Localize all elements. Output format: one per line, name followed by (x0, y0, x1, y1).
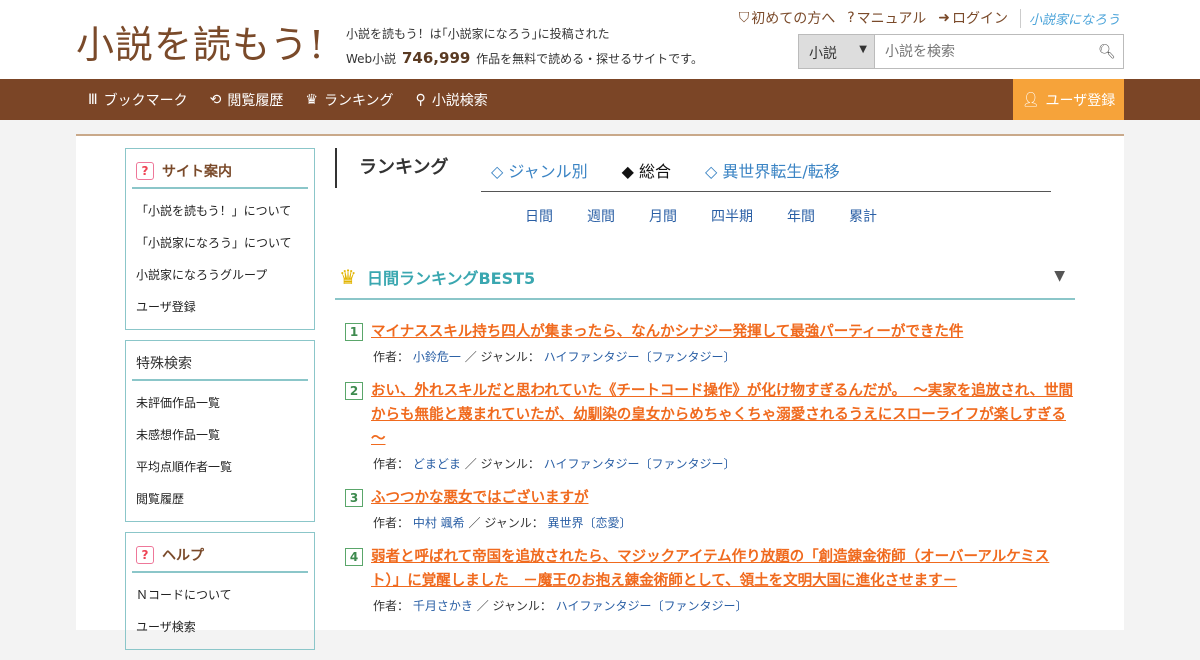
genre-link[interactable]: ハイファンタジー〔ファンタジー〕 (544, 350, 736, 364)
shield-icon: ⛉ (738, 10, 750, 26)
author-link[interactable]: どまどま (413, 457, 461, 471)
site-logo[interactable]: 小説を読もう! (76, 14, 325, 69)
site-guide-box: ? サイト案内 「小説を読もう！」について 「小説家になろう」について 小説家にな… (125, 148, 315, 330)
period-monthly[interactable]: 月間 (649, 206, 677, 226)
nav-search[interactable]: ⚲ 小説検索 (416, 79, 488, 120)
tagline-suffix: 作品を無料で読める・探せるサイトです。 (476, 52, 703, 66)
site-guide-title: ? サイト案内 (132, 157, 308, 189)
user-icon: 👤︎ (1021, 91, 1040, 108)
tagline-line2: Web小説 746,999 作品を無料で読める・探せるサイトです。 (346, 46, 703, 71)
narou-logo[interactable]: 小説家になろう (1019, 8, 1120, 28)
period-total[interactable]: 累計 (849, 206, 877, 226)
novel-title-link[interactable]: おい、外れスキルだと思われていた《チートコード操作》が化け物すぎるんだが。 ～実… (371, 379, 1075, 451)
period-yearly[interactable]: 年間 (787, 206, 815, 226)
history-icon: ⟲ (209, 91, 222, 108)
sidebar-link[interactable]: 未評価作品一覧 (136, 387, 304, 419)
sidebar-link[interactable]: Ｎコードについて (136, 579, 304, 611)
special-search-box: 特殊検索 未評価作品一覧 未感想作品一覧 平均点順作者一覧 閲覧履歴 (125, 340, 315, 522)
sidebar-link[interactable]: 閲覧履歴 (136, 483, 304, 515)
best5-header[interactable]: ♛ 日間ランキングBEST5 ▼ (335, 256, 1075, 300)
ranking-title: ランキング (335, 148, 448, 188)
work-count: 746,999 (402, 49, 471, 67)
search-input[interactable] (875, 35, 1091, 68)
author-link[interactable]: 中村 颯希 (413, 516, 465, 530)
nav-history[interactable]: ⟲ 閲覧履歴 (210, 79, 284, 120)
tab-genre[interactable]: ◇ ジャンル別 (491, 158, 588, 182)
rank-badge: 4 (345, 548, 363, 566)
top-links: ⛉ 初めての方へ ? マニュアル ➜ ログイン 小説家になろう (739, 8, 1120, 28)
ranking-tabs: ◇ ジャンル別 ◆ 総合 ◇ 異世界転生/転移 (481, 148, 1051, 192)
special-search-title: 特殊検索 (132, 349, 308, 381)
period-weekly[interactable]: 週間 (587, 206, 615, 226)
rank-badge: 2 (345, 382, 363, 400)
manual-link[interactable]: ? マニュアル (847, 8, 926, 28)
author-link[interactable]: 小鈴危一 (413, 350, 461, 364)
crown-icon: ♛ (305, 91, 318, 108)
tab-isekai[interactable]: ◇ 異世界転生/転移 (705, 158, 840, 182)
sidebar-link[interactable]: 小説家になろうグループ (136, 259, 304, 291)
period-daily[interactable]: 日間 (525, 206, 553, 226)
novel-title-link[interactable]: ふつつかな悪女ではございますが (371, 486, 589, 510)
search-type-select[interactable]: 小説 ▼ (799, 35, 875, 68)
tab-overall[interactable]: ◆ 総合 (622, 158, 671, 182)
novel-meta: 作者： どまどま ／ ジャンル： ハイファンタジー〔ファンタジー〕 (373, 457, 736, 471)
content-area: ? サイト案内 「小説を読もう！」について 「小説家になろう」について 小説家にな… (76, 134, 1124, 650)
site-header: 小説を読もう! 小説を読もう！は｢小説家になろう｣に投稿された Web小説 74… (0, 0, 1200, 79)
genre-link[interactable]: 異世界〔恋愛〕 (548, 516, 632, 530)
novel-title-link[interactable]: 弱者と呼ばれて帝国を追放されたら、マジックアイテム作り放題の「創造錬金術師（オー… (371, 545, 1075, 593)
site-tagline: 小説を読もう！は｢小説家になろう｣に投稿された Web小説 746,999 作品… (346, 22, 703, 71)
chevron-down-icon[interactable]: ▼ (1054, 268, 1065, 284)
novel-title-link[interactable]: マイナススキル持ち四人が集まったら、なんかシナジー発揮して最強パーティーができた… (371, 320, 963, 344)
bookmark-icon: Ⅲ (88, 91, 98, 108)
help-icon: ? (136, 162, 154, 180)
author-link[interactable]: 千月さかき (413, 599, 473, 613)
help-title: ? ヘルプ (132, 541, 308, 573)
novel-meta: 作者： 小鈴危一 ／ ジャンル： ハイファンタジー〔ファンタジー〕 (373, 350, 736, 364)
rank-badge: 3 (345, 489, 363, 507)
first-time-link[interactable]: ⛉ 初めての方へ (739, 8, 836, 28)
help-box: ? ヘルプ Ｎコードについて ユーザ検索 (125, 532, 315, 650)
period-quarterly[interactable]: 四半期 (711, 206, 753, 226)
register-button[interactable]: 👤︎ ユーザ登録 (1013, 79, 1124, 120)
sidebar-link[interactable]: ユーザ検索 (136, 611, 304, 643)
list-item: 2 おい、外れスキルだと思われていた《チートコード操作》が化け物すぎるんだが。 ～… (345, 379, 1075, 472)
list-item: 3 ふつつかな悪女ではございますが 作者： 中村 颯希 ／ ジャンル： 異世界〔恋… (345, 486, 1075, 531)
sidebar-link[interactable]: 未感想作品一覧 (136, 419, 304, 451)
sidebar-link[interactable]: 「小説家になろう」について (136, 227, 304, 259)
help-icon: ? (136, 546, 154, 564)
novel-meta: 作者： 中村 颯希 ／ ジャンル： 異世界〔恋愛〕 (373, 516, 632, 530)
tagline-line1: 小説を読もう！は｢小説家になろう｣に投稿された (346, 27, 610, 41)
login-icon: ➜ (938, 10, 950, 26)
search-icon[interactable]: 🔍︎ (1091, 35, 1123, 68)
novel-meta: 作者： 千月さかき ／ ジャンル： ハイファンタジー〔ファンタジー〕 (373, 599, 748, 613)
question-icon: ? (847, 10, 855, 26)
best5-title: 日間ランキングBEST5 (366, 269, 536, 288)
nav-ranking[interactable]: ♛ ランキング (305, 79, 393, 120)
tagline-prefix: Web小説 (346, 52, 397, 66)
crown-icon: ♛ (339, 265, 357, 289)
genre-link[interactable]: ハイファンタジー〔ファンタジー〕 (544, 457, 736, 471)
list-item: 1 マイナススキル持ち四人が集まったら、なんかシナジー発揮して最強パーティーができ… (345, 320, 1075, 365)
search-bar: 小説▼ 🔍︎ (798, 34, 1124, 69)
sidebar-link[interactable]: 「小説を読もう！」について (136, 195, 304, 227)
sidebar-link[interactable]: 平均点順作者一覧 (136, 451, 304, 483)
ranking-list: 1 マイナススキル持ち四人が集まったら、なんかシナジー発揮して最強パーティーができ… (345, 320, 1075, 628)
sidebar: ? サイト案内 「小説を読もう！」について 「小説家になろう」について 小説家にな… (125, 148, 315, 660)
sidebar-link[interactable]: ユーザ登録 (136, 291, 304, 323)
nav-bookmark[interactable]: Ⅲ ブックマーク (88, 79, 188, 120)
main-nav: Ⅲ ブックマーク ⟲ 閲覧履歴 ♛ ランキング ⚲ 小説検索 👤︎ ユーザ登録 (0, 79, 1200, 120)
search-icon: ⚲ (415, 91, 426, 108)
caret-down-icon: ▼ (859, 44, 867, 55)
period-tabs: 日間 週間 月間 四半期 年間 累計 (525, 206, 877, 226)
rank-badge: 1 (345, 323, 363, 341)
login-link[interactable]: ➜ ログイン (938, 8, 1008, 28)
list-item: 4 弱者と呼ばれて帝国を追放されたら、マジックアイテム作り放題の「創造錬金術師（オ… (345, 545, 1075, 614)
genre-link[interactable]: ハイファンタジー〔ファンタジー〕 (556, 599, 748, 613)
